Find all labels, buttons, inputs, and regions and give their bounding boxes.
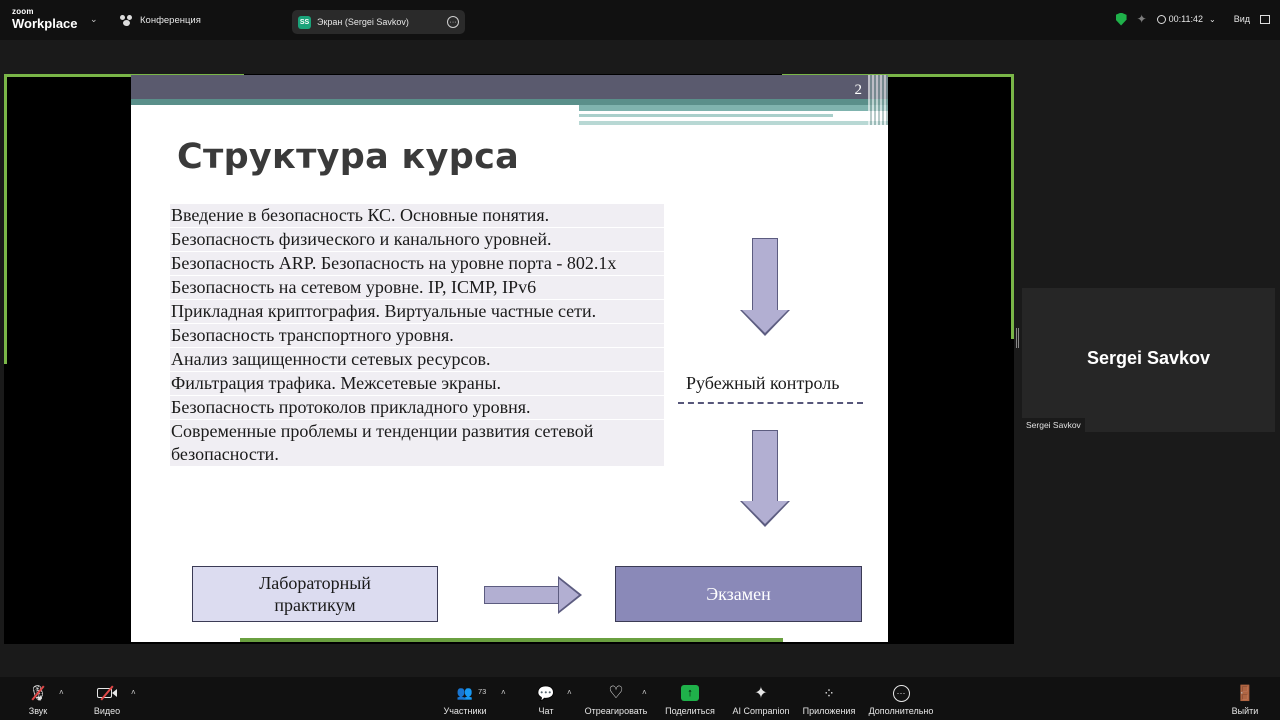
share-screen-icon: ↑ [681, 683, 699, 703]
topic-item: Прикладная криптография. Виртуальные час… [170, 300, 664, 324]
participants-label: Участники [443, 706, 487, 716]
chat-button[interactable]: 💬 Чат [535, 677, 557, 720]
presentation-slide: 2 Структура курса Введение в безопасност… [131, 75, 888, 642]
share-border-left [4, 74, 7, 364]
chat-icon: 💬 [537, 684, 555, 701]
checkpoint-label: Рубежный контроль [686, 373, 840, 393]
react-button[interactable]: ♡ Отреагировать [584, 677, 648, 720]
topic-item: Современные проблемы и тенденции развити… [170, 420, 664, 467]
top-bar: zoom Workplace ⌄ Конференция SS Экран (S… [0, 0, 1280, 40]
audio-label: Звук [28, 706, 48, 716]
video-options-caret[interactable]: ˄ [131, 688, 136, 697]
slide-header-line [579, 114, 833, 117]
view-grid-icon[interactable] [1260, 14, 1270, 24]
participant-display-name: Sergei Savkov [1086, 348, 1211, 368]
chevron-down-icon: ⌄ [1209, 14, 1216, 24]
react-options-caret[interactable]: ˄ [642, 688, 647, 697]
participant-video-tile[interactable]: Sergei Savkov Sergei Savkov [1022, 288, 1275, 432]
slide-bottom-band [240, 638, 783, 642]
more-button[interactable]: ··· Дополнительно [866, 677, 936, 720]
chat-options-caret[interactable]: ˄ [567, 688, 572, 697]
leave-button[interactable]: 🚪 Выйти [1229, 677, 1261, 720]
meeting-toolbar: 🎙 Звук ˄ Видео ˄ 👥 Участники 73 ˄ 💬 Чат … [0, 677, 1280, 720]
slide-header-band [131, 75, 888, 99]
video-button[interactable]: Видео [92, 677, 122, 720]
lab-practicum-box: Лабораторный практикум [192, 566, 438, 622]
slide-page-number: 2 [854, 82, 863, 98]
audio-options-caret[interactable]: ˄ [59, 688, 64, 697]
slide-title: Структура курса [177, 137, 520, 177]
heart-icon: ♡ [608, 683, 624, 702]
arrow-right [484, 576, 582, 614]
microphone-muted-icon: 🎙 [28, 683, 47, 703]
ai-companion-label: AI Companion [732, 706, 790, 716]
topic-item: Безопасность протоколов прикладного уров… [170, 396, 664, 420]
checkpoint-dashed-line [678, 402, 863, 404]
video-label: Видео [93, 706, 121, 716]
arrow-down-bottom [740, 430, 790, 527]
zoom-logo[interactable]: zoom Workplace [12, 7, 78, 31]
topic-item: Безопасность на сетевом уровне. IP, ICMP… [170, 276, 664, 300]
arrow-down-top [740, 238, 790, 336]
participants-count: 73 [478, 687, 487, 696]
share-border-right [1011, 74, 1014, 339]
participant-name-label: Sergei Savkov [1022, 418, 1085, 432]
people-icon [120, 15, 133, 26]
chat-label: Чат [538, 706, 554, 716]
slide-header-band-pale [579, 121, 888, 125]
topics-list: Введение в безопасность КС. Основные пон… [170, 204, 664, 467]
topic-item: Фильтрация трафика. Межсетевые экраны. [170, 372, 664, 396]
apps-icon: ⁘ [823, 684, 835, 701]
topic-item: Безопасность транспортного уровня. [170, 324, 664, 348]
panel-resize-handle[interactable] [1016, 328, 1019, 348]
topic-item: Безопасность физического и канального ур… [170, 228, 664, 252]
more-options-icon[interactable]: ··· [447, 16, 459, 28]
exam-box: Экзамен [615, 566, 862, 622]
share-label: Поделиться [665, 706, 715, 716]
camera-off-icon [97, 683, 117, 703]
slide-header-stripes [868, 75, 888, 125]
topic-item: Анализ защищенности сетевых ресурсов. [170, 348, 664, 372]
view-button[interactable]: Вид [1234, 14, 1250, 24]
participants-options-caret[interactable]: ˄ [501, 688, 506, 697]
meeting-timer[interactable]: 00:11:42 ⌄ [1156, 14, 1216, 24]
screen-share-avatar: SS [298, 15, 311, 29]
leave-label: Выйти [1231, 706, 1259, 716]
timer-value: 00:11:42 [1168, 14, 1203, 24]
apps-button[interactable]: ⁘ Приложения [800, 677, 858, 720]
conference-label: Конференция [140, 15, 201, 26]
more-icon: ··· [892, 683, 910, 703]
conference-button[interactable]: Конференция [120, 15, 201, 26]
more-label: Дополнительно [868, 706, 934, 716]
ai-companion-button[interactable]: ✦ AI Companion [730, 677, 792, 720]
screen-share-pill[interactable]: SS Экран (Sergei Savkov) ··· [292, 10, 465, 34]
audio-button[interactable]: 🎙 Звук [26, 677, 50, 720]
topic-item: Безопасность ARP. Безопасность на уровне… [170, 252, 664, 276]
chevron-down-icon[interactable]: ⌄ [90, 14, 98, 25]
participants-icon: 👥 [456, 685, 474, 700]
slide-header-band-light [579, 105, 888, 111]
logo-line2: Workplace [12, 16, 78, 31]
share-button[interactable]: ↑ Поделиться [664, 677, 716, 720]
participants-button[interactable]: 👥 Участники [440, 677, 490, 720]
ai-companion-icon: ✦ [754, 685, 768, 702]
clock-icon [1156, 14, 1166, 24]
apps-label: Приложения [802, 706, 856, 716]
top-right-controls: ✦ 00:11:42 ⌄ Вид [1115, 12, 1270, 26]
ai-sparkle-icon[interactable]: ✦ [1137, 12, 1147, 26]
leave-door-icon: 🚪 [1235, 685, 1255, 702]
topic-item: Введение в безопасность КС. Основные пон… [170, 204, 664, 228]
screen-share-label: Экран (Sergei Savkov) [317, 17, 409, 27]
security-shield-icon[interactable] [1115, 12, 1127, 26]
react-label: Отреагировать [584, 706, 648, 716]
logo-line1: zoom [12, 7, 34, 16]
